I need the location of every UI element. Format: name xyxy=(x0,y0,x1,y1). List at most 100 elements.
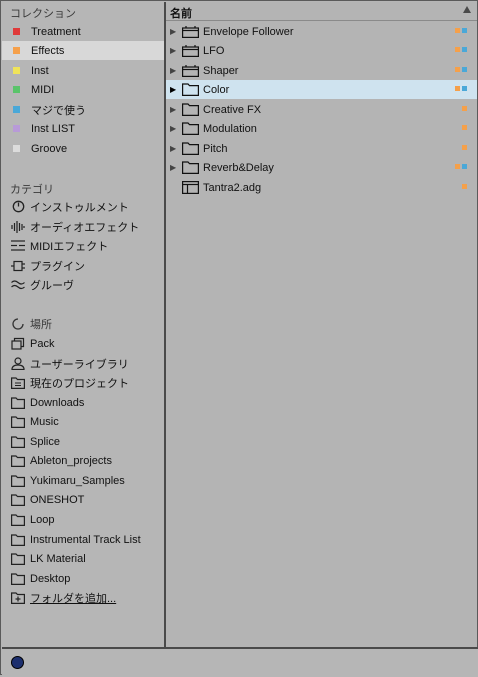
sort-ascending-icon[interactable] xyxy=(463,6,471,13)
color-tag-icon xyxy=(13,145,20,152)
place-current-project[interactable]: 現在のプロジェクト xyxy=(2,373,164,392)
folder-icon xyxy=(182,161,200,174)
folder-icon xyxy=(11,572,25,585)
folder-icon xyxy=(11,493,25,506)
place-yukimaru-samples[interactable]: Yukimaru_Samples xyxy=(2,471,164,490)
place-ableton-projects[interactable]: Ableton_projects xyxy=(2,451,164,470)
category-plugins[interactable]: プラグイン xyxy=(2,256,164,275)
color-tags xyxy=(462,184,467,189)
browser-window: コレクション Treatment Effects Inst MIDI マジで使う… xyxy=(0,0,478,677)
preset-file-icon xyxy=(182,181,200,194)
collections-title: コレクション xyxy=(10,8,76,20)
collection-midi[interactable]: MIDI xyxy=(2,80,164,99)
places-title-row: 場所 xyxy=(2,314,164,333)
folder-icon xyxy=(182,142,200,155)
add-folder-icon xyxy=(11,591,25,604)
folder-icon xyxy=(182,103,200,116)
folder-icon xyxy=(11,474,25,487)
name-column-header[interactable]: 名前 xyxy=(166,2,477,21)
rack-icon xyxy=(182,44,200,57)
category-audio-effects[interactable]: オーディオエフェクト xyxy=(2,217,164,236)
category-grooves[interactable]: グルーヴ xyxy=(2,275,164,294)
color-tags xyxy=(455,28,467,33)
expand-triangle-icon[interactable]: ▶ xyxy=(170,124,182,133)
color-tags xyxy=(455,67,467,72)
browser-item-reverb-delay[interactable]: ▶ Reverb&Delay xyxy=(166,158,477,177)
folder-icon xyxy=(11,533,25,546)
color-tags xyxy=(462,106,467,111)
color-tags xyxy=(455,86,467,91)
place-oneshot[interactable]: ONESHOT xyxy=(2,490,164,509)
current-project-icon xyxy=(11,376,25,389)
color-tags xyxy=(455,47,467,52)
browser-item-color[interactable]: ▶ Color xyxy=(166,80,477,99)
collection-groove[interactable]: Groove xyxy=(2,139,164,158)
folder-icon xyxy=(182,122,200,135)
collection-inst[interactable]: Inst xyxy=(2,61,164,80)
place-splice[interactable]: Splice xyxy=(2,432,164,451)
instrument-icon xyxy=(11,200,25,213)
color-tags xyxy=(462,125,467,130)
audio-effect-icon xyxy=(11,220,25,233)
category-midi-effects[interactable]: MIDIエフェクト xyxy=(2,236,164,255)
browser-item-creative-fx[interactable]: ▶ Creative FX xyxy=(166,100,477,119)
browser-item-lfo[interactable]: ▶ LFO xyxy=(166,41,477,60)
folder-icon xyxy=(11,454,25,467)
place-lk-material[interactable]: LK Material xyxy=(2,549,164,568)
browser-item-tantra2[interactable]: Tantra2.adg xyxy=(166,178,477,197)
categories-title: カテゴリ xyxy=(10,184,54,196)
expand-triangle-icon[interactable]: ▶ xyxy=(170,85,182,94)
places-title: 場所 xyxy=(30,318,52,331)
expand-triangle-icon[interactable]: ▶ xyxy=(170,27,182,36)
name-column-title: 名前 xyxy=(170,8,192,20)
color-tag-icon xyxy=(13,67,20,74)
color-tag-icon xyxy=(13,125,20,132)
expand-triangle-icon[interactable]: ▶ xyxy=(170,144,182,153)
folder-icon xyxy=(11,513,25,526)
folder-icon xyxy=(11,552,25,565)
color-tags xyxy=(462,145,467,150)
user-library-icon xyxy=(11,357,25,370)
expand-triangle-icon[interactable]: ▶ xyxy=(170,46,182,55)
place-user-library[interactable]: ユーザーライブラリ xyxy=(2,354,164,373)
color-tag-icon xyxy=(13,47,20,54)
status-bar xyxy=(2,647,478,677)
collection-majide[interactable]: マジで使う xyxy=(2,100,164,119)
place-downloads[interactable]: Downloads xyxy=(2,393,164,412)
place-pack[interactable]: Pack xyxy=(2,334,164,353)
category-instruments[interactable]: インストゥルメント xyxy=(2,197,164,216)
color-tag-icon xyxy=(13,106,20,113)
app-logo-icon[interactable] xyxy=(11,656,24,669)
folder-icon xyxy=(11,435,25,448)
color-tag-icon xyxy=(13,28,20,35)
plugin-icon xyxy=(11,259,25,272)
expand-triangle-icon[interactable]: ▶ xyxy=(170,66,182,75)
browser-item-pitch[interactable]: ▶ Pitch xyxy=(166,139,477,158)
browser-item-modulation[interactable]: ▶ Modulation xyxy=(166,119,477,138)
expand-triangle-icon[interactable]: ▶ xyxy=(170,163,182,172)
folder-icon xyxy=(11,396,25,409)
place-instrumental-track-list[interactable]: Instrumental Track List xyxy=(2,530,164,549)
place-loop[interactable]: Loop xyxy=(2,510,164,529)
add-folder-button[interactable]: フォルダを追加... xyxy=(2,588,164,607)
color-tags xyxy=(455,164,467,169)
pack-icon xyxy=(11,337,25,350)
place-desktop[interactable]: Desktop xyxy=(2,569,164,588)
expand-triangle-icon[interactable]: ▶ xyxy=(170,105,182,114)
browser-item-shaper[interactable]: ▶ Shaper xyxy=(166,61,477,80)
folder-icon xyxy=(11,415,25,428)
browser-item-envelope-follower[interactable]: ▶ Envelope Follower xyxy=(166,22,477,41)
groove-icon xyxy=(11,278,25,291)
collection-treatment[interactable]: Treatment xyxy=(2,22,164,41)
rack-icon xyxy=(182,25,200,38)
collection-effects[interactable]: Effects xyxy=(2,41,164,60)
collection-inst-list[interactable]: Inst LIST xyxy=(2,119,164,138)
places-icon xyxy=(11,317,25,330)
midi-effect-icon xyxy=(11,239,25,252)
place-music[interactable]: Music xyxy=(2,412,164,431)
sidebar: コレクション Treatment Effects Inst MIDI マジで使う… xyxy=(2,2,166,647)
file-browser: 名前 ▶ Envelope Follower ▶ LFO ▶ Shaper ▶ … xyxy=(166,2,477,647)
folder-icon xyxy=(182,83,200,96)
rack-icon xyxy=(182,64,200,77)
color-tag-icon xyxy=(13,86,20,93)
